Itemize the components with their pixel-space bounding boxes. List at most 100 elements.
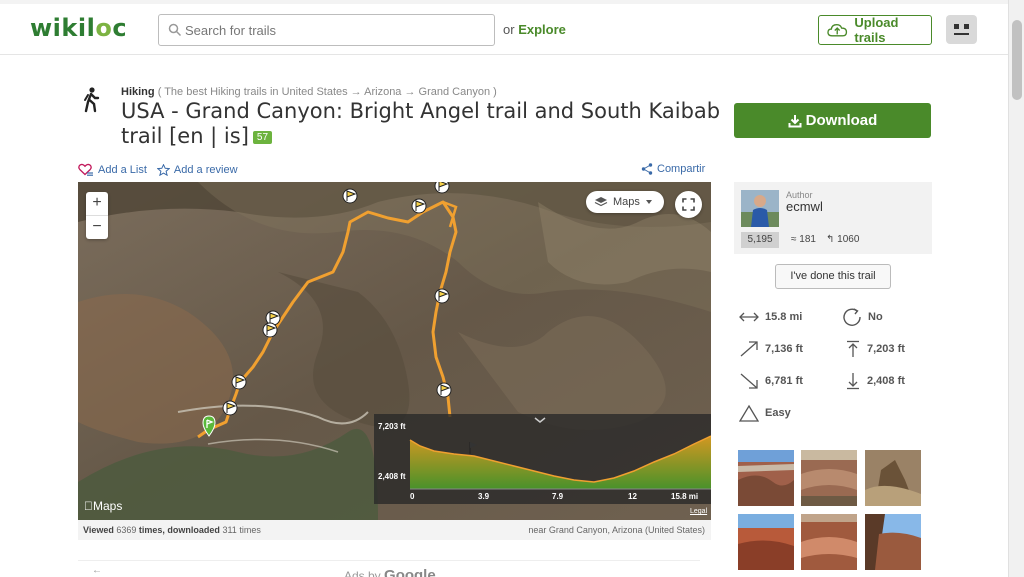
author-card: 5,195 Author ecmwl ≈ 181 ↰ 1060 <box>734 182 932 254</box>
viewed-count: 6369 <box>116 525 137 535</box>
photo-image <box>865 450 921 506</box>
hiker-icon <box>84 87 100 113</box>
collapse-chevron-icon <box>534 417 546 423</box>
followers-icon: ↰ <box>825 234 835 245</box>
layers-icon <box>594 197 608 207</box>
distance-tick: 15.8 mi <box>671 492 699 501</box>
page-scrollbar[interactable] <box>1008 0 1024 577</box>
trail-photo[interactable] <box>865 450 921 506</box>
photo-image <box>738 450 794 506</box>
ads-by-google: Ads by Google <box>344 567 436 577</box>
explore-link[interactable]: Explore <box>518 22 566 37</box>
trail-title-text: USA - Grand Canyon: Bright Angel trail a… <box>121 99 721 148</box>
page-title: USA - Grand Canyon: Bright Angel trail a… <box>121 99 721 149</box>
zoom-control: + − <box>86 192 108 239</box>
times-label: times <box>239 525 261 535</box>
avatar-eye-right <box>964 24 969 29</box>
elevation-loss-icon <box>740 373 758 389</box>
trail-map[interactable]: + − Maps 7,203 ft 2,408 ft 0 3.9 7.9 12 … <box>78 182 711 520</box>
map-type-selector[interactable]: Maps <box>586 191 664 213</box>
photo-image <box>801 514 857 570</box>
trail-actions: Add a List Add a review <box>78 163 238 176</box>
photo-image <box>801 450 857 506</box>
trail-photo[interactable] <box>865 514 921 570</box>
map-attribution: Maps <box>84 499 122 513</box>
search-input[interactable] <box>185 15 485 45</box>
distance-tick: 12 <box>628 492 637 501</box>
search-icon <box>168 23 182 37</box>
scrollbar-thumb[interactable] <box>1012 20 1022 100</box>
add-to-list-button[interactable]: Add a List <box>78 163 147 176</box>
author-avatar[interactable] <box>741 190 779 227</box>
search-box[interactable] <box>158 14 495 46</box>
download-button[interactable]: Download <box>734 103 931 138</box>
author-photo-image <box>741 190 779 227</box>
min-elevation-icon <box>847 373 859 390</box>
done-this-trail-button[interactable]: I've done this trail <box>775 264 891 289</box>
elevation-min-label: 2,408 ft <box>378 472 406 481</box>
fullscreen-button[interactable] <box>675 191 702 218</box>
difficulty-value: Easy <box>765 407 791 419</box>
ads-prefix: Ads by <box>344 569 381 577</box>
heart-list-icon <box>78 163 93 176</box>
ads-back-icon[interactable]: ← <box>92 565 102 576</box>
zoom-out-button[interactable]: − <box>86 215 108 238</box>
author-name-link[interactable]: ecmwl <box>786 199 823 214</box>
map-type-label: Maps <box>613 196 640 208</box>
activity-link[interactable]: Hiking <box>121 86 155 98</box>
stat-max-elevation: 7,203 ft <box>845 340 905 358</box>
author-points-badge: 5,195 <box>741 232 779 248</box>
distance-tick: 3.9 <box>478 492 490 501</box>
distance-tick: 7.9 <box>552 492 564 501</box>
top-strip <box>0 0 1008 4</box>
ads-brand: Google <box>384 567 436 577</box>
upload-label: Upload trails <box>854 15 899 45</box>
photo-image <box>865 514 921 570</box>
share-button[interactable]: Compartir <box>641 163 705 175</box>
breadcrumb: Hiking ( The best Hiking trails in Unite… <box>121 86 497 98</box>
add-to-list-label: Add a List <box>98 163 147 176</box>
loop-icon <box>843 308 861 326</box>
download-icon <box>788 114 802 127</box>
share-icon <box>641 163 653 175</box>
add-review-button[interactable]: Add a review <box>156 163 238 176</box>
stat-distance: 15.8 mi <box>739 309 802 325</box>
downloaded-count: 311 <box>222 525 237 535</box>
max-elevation-value: 7,203 ft <box>867 343 905 355</box>
trail-photo[interactable] <box>738 514 794 570</box>
trail-photo[interactable] <box>801 450 857 506</box>
elevation-loss-value: 6,781 ft <box>765 375 803 387</box>
or-text: or <box>503 22 515 37</box>
legal-link[interactable]: Legal <box>690 508 707 515</box>
author-stats: ≈ 181 ↰ 1060 <box>791 234 859 245</box>
download-label: Download <box>805 112 878 129</box>
logo-text: wikiloc <box>30 14 128 42</box>
upload-trails-button[interactable]: Upload trails <box>818 15 932 45</box>
attribution-text: Maps <box>84 499 122 513</box>
viewed-label: Viewed <box>83 525 114 535</box>
elevation-profile[interactable]: 7,203 ft 2,408 ft 0 3.9 7.9 12 15.8 mi <box>374 414 711 504</box>
cloud-upload-icon <box>827 23 848 37</box>
star-icon <box>156 163 170 176</box>
trails-value: 181 <box>799 234 816 245</box>
trail-photo[interactable] <box>801 514 857 570</box>
zoom-in-button[interactable]: + <box>86 192 108 215</box>
min-elevation-value: 2,408 ft <box>867 375 905 387</box>
user-avatar[interactable] <box>946 15 977 44</box>
distance-value: 15.8 mi <box>765 311 803 323</box>
trail-location: near Grand Canyon, Arizona (United State… <box>528 525 705 535</box>
logo-accent: o <box>95 14 113 42</box>
stat-loop: No <box>842 307 883 327</box>
trail-photo[interactable] <box>738 450 794 506</box>
fullscreen-icon <box>682 198 695 211</box>
max-elevation-icon <box>847 340 859 357</box>
photo-image <box>738 514 794 570</box>
wikiloc-logo[interactable]: wikiloc <box>30 14 127 42</box>
add-review-label: Add a review <box>173 163 238 176</box>
breadcrumb-path[interactable]: ( The best Hiking trails in United State… <box>158 86 497 98</box>
stat-difficulty: Easy <box>739 404 791 422</box>
distance-icon <box>739 312 759 322</box>
author-followers-count: ↰ 1060 <box>826 234 859 245</box>
elevation-chart <box>409 417 711 490</box>
chevron-down-icon <box>645 200 652 204</box>
